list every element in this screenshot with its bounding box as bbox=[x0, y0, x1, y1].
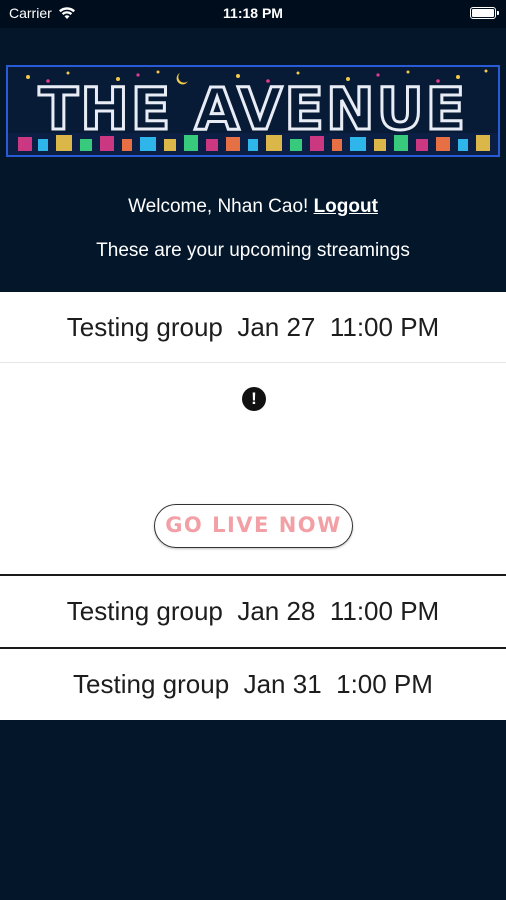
welcome-text: Welcome, Nhan Cao! bbox=[128, 196, 309, 217]
battery-icon bbox=[470, 7, 499, 19]
logo-banner: THE AVENUE bbox=[8, 69, 498, 155]
header: THE AVENUE Welcome, Nhan Cao! Logout The… bbox=[0, 28, 506, 292]
stream-detail-panel: ! GO LIVE NOW bbox=[0, 363, 506, 576]
logo-text: THE AVENUE bbox=[39, 75, 468, 143]
status-bar: Carrier 11:18 PM bbox=[0, 0, 506, 28]
go-live-button[interactable]: GO LIVE NOW bbox=[154, 504, 353, 548]
exclamation-circle-icon: ! bbox=[242, 387, 266, 411]
stream-row[interactable]: Testing group Jan 31 1:00 PM bbox=[0, 649, 506, 720]
stream-row[interactable]: Testing group Jan 27 11:00 PM bbox=[0, 292, 506, 363]
page-subtitle: These are your upcoming streamings bbox=[96, 240, 410, 261]
logo: THE AVENUE bbox=[6, 65, 500, 157]
welcome-line: Welcome, Nhan Cao! Logout bbox=[0, 196, 506, 218]
status-time: 11:18 PM bbox=[223, 5, 283, 21]
stream-row[interactable]: Testing group Jan 28 11:00 PM bbox=[0, 576, 506, 647]
stream-list: Testing group Jan 27 11:00 PM ! GO LIVE … bbox=[0, 292, 506, 720]
logout-link[interactable]: Logout bbox=[314, 196, 378, 217]
